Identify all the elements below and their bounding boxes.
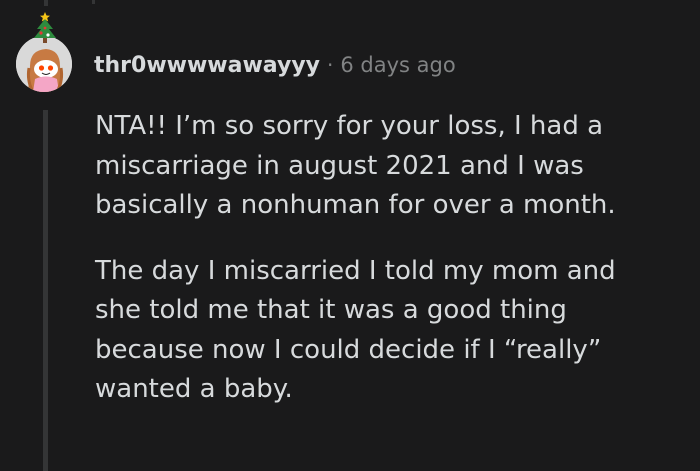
- comment-paragraph: The day I miscarried I told my mom and s…: [95, 255, 616, 405]
- avatar[interactable]: [16, 36, 72, 92]
- parent-thread-line: [44, 0, 48, 6]
- username-link[interactable]: thr0wwwwawayyy: [94, 53, 320, 78]
- comment-body: NTA!! I’m so sorry for your loss, I had …: [95, 107, 690, 410]
- parent-thread-mark: [92, 0, 95, 4]
- timestamp-link[interactable]: 6 days ago: [340, 53, 455, 77]
- snoo-avatar-icon: [16, 36, 72, 92]
- meta-separator: ·: [327, 53, 334, 77]
- comment-paragraph: NTA!! I’m so sorry for your loss, I had …: [95, 111, 616, 220]
- christmas-tree-icon: [34, 12, 56, 43]
- comment-header: thr0wwwwawayyy · 6 days ago: [94, 48, 456, 82]
- thread-line[interactable]: [43, 110, 48, 471]
